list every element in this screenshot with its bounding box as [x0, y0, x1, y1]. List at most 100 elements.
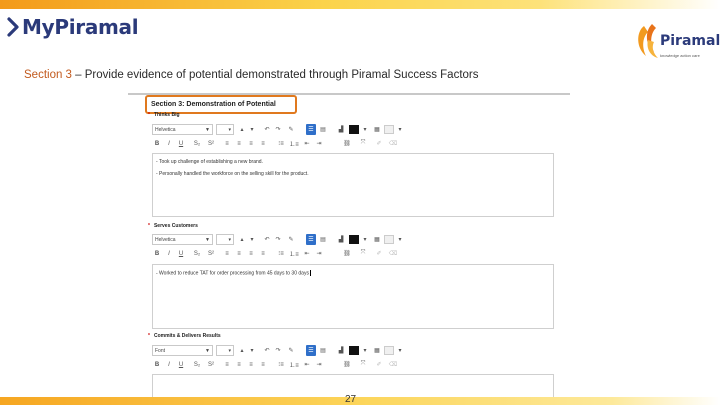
paragraph-icon[interactable]: ▤ [318, 124, 328, 135]
caret-up-icon[interactable]: ▴ [237, 234, 247, 245]
align-center-icon[interactable]: ≡ [234, 359, 244, 370]
edit-link-icon[interactable]: ✐ [374, 138, 384, 149]
link-icon[interactable]: ⛓ [342, 248, 352, 259]
subscript-icon[interactable]: S₂ [192, 359, 202, 370]
underline-icon[interactable]: U [176, 138, 186, 149]
chevron-down-icon[interactable]: ▾ [360, 234, 370, 245]
align-center-icon[interactable]: ≡ [234, 248, 244, 259]
font-family-select[interactable]: Font ▼ [152, 345, 213, 356]
font-family-select[interactable]: Helvetica ▼ [152, 234, 213, 245]
bg-color-swatch[interactable] [384, 235, 394, 244]
unlink-icon[interactable]: ⤧ [358, 359, 368, 370]
paint-format-icon[interactable]: ▟ [336, 124, 346, 135]
redo-icon[interactable]: ↷ [273, 345, 283, 356]
list-view-icon[interactable]: ☰ [306, 345, 316, 356]
superscript-icon[interactable]: S² [206, 359, 216, 370]
align-left-icon[interactable]: ≡ [222, 138, 232, 149]
italic-icon[interactable]: I [164, 138, 174, 149]
redo-icon[interactable]: ↷ [273, 124, 283, 135]
unlink-icon[interactable]: ⤧ [358, 248, 368, 259]
undo-icon[interactable]: ↶ [262, 345, 272, 356]
bg-color-swatch[interactable] [384, 346, 394, 355]
superscript-icon[interactable]: S² [206, 138, 216, 149]
rich-text-editor[interactable]: - Worked to reduce TAT for order process… [152, 264, 554, 329]
undo-icon[interactable]: ↶ [262, 124, 272, 135]
undo-icon[interactable]: ↶ [262, 234, 272, 245]
caret-up-icon[interactable]: ▴ [237, 124, 247, 135]
paint-format-icon[interactable]: ▟ [336, 234, 346, 245]
clear-format-icon[interactable]: ✎ [286, 234, 296, 245]
list-view-icon[interactable]: ☰ [306, 124, 316, 135]
font-size-select[interactable]: ▾ [216, 234, 234, 245]
caret-down-icon[interactable]: ▾ [247, 234, 257, 245]
chevron-down-icon: ▼ [205, 126, 210, 133]
align-left-icon[interactable]: ≡ [222, 248, 232, 259]
text-color-swatch[interactable] [349, 346, 359, 355]
font-family-select[interactable]: Helvetica ▼ [152, 124, 213, 135]
indent-icon[interactable]: ⇥ [314, 248, 324, 259]
paint-format-icon[interactable]: ▟ [336, 345, 346, 356]
align-justify-icon[interactable]: ≡ [258, 138, 268, 149]
paragraph-icon[interactable]: ▤ [318, 345, 328, 356]
unlink-icon[interactable]: ⤧ [358, 138, 368, 149]
bold-icon[interactable]: B [152, 138, 162, 149]
font-size-select[interactable]: ▾ [216, 124, 234, 135]
edit-link-icon[interactable]: ✐ [374, 359, 384, 370]
subscript-icon[interactable]: S₂ [192, 248, 202, 259]
outdent-icon[interactable]: ⇤ [302, 359, 312, 370]
rich-text-editor[interactable]: - Took up challenge of establishing a ne… [152, 153, 554, 217]
redo-icon[interactable]: ↷ [273, 234, 283, 245]
align-justify-icon[interactable]: ≡ [258, 359, 268, 370]
indent-icon[interactable]: ⇥ [314, 138, 324, 149]
bg-color-swatch[interactable] [384, 125, 394, 134]
italic-icon[interactable]: I [164, 248, 174, 259]
table-grid-icon[interactable]: ▦ [372, 345, 382, 356]
eraser-icon[interactable]: ⌫ [388, 359, 398, 370]
numbered-list-icon[interactable]: ⒈≡ [289, 359, 299, 370]
caret-down-icon[interactable]: ▾ [247, 345, 257, 356]
clear-format-icon[interactable]: ✎ [286, 124, 296, 135]
paragraph-icon[interactable]: ▤ [318, 234, 328, 245]
table-grid-icon[interactable]: ▦ [372, 124, 382, 135]
align-right-icon[interactable]: ≡ [246, 359, 256, 370]
caret-up-icon[interactable]: ▴ [237, 345, 247, 356]
list-view-icon[interactable]: ☰ [306, 234, 316, 245]
indent-icon[interactable]: ⇥ [314, 359, 324, 370]
table-grid-icon[interactable]: ▦ [372, 234, 382, 245]
chevron-down-icon[interactable]: ▾ [360, 124, 370, 135]
outdent-icon[interactable]: ⇤ [302, 248, 312, 259]
font-size-select[interactable]: ▾ [216, 345, 234, 356]
chevron-down-icon[interactable]: ▾ [395, 345, 405, 356]
outdent-icon[interactable]: ⇤ [302, 138, 312, 149]
link-icon[interactable]: ⛓ [342, 138, 352, 149]
chevron-down-icon[interactable]: ▾ [360, 345, 370, 356]
align-right-icon[interactable]: ≡ [246, 248, 256, 259]
subscript-icon[interactable]: S₂ [192, 138, 202, 149]
align-right-icon[interactable]: ≡ [246, 138, 256, 149]
bullet-list-icon[interactable]: ⁝≡ [276, 359, 286, 370]
clear-format-icon[interactable]: ✎ [286, 345, 296, 356]
eraser-icon[interactable]: ⌫ [388, 138, 398, 149]
bold-icon[interactable]: B [152, 359, 162, 370]
text-color-swatch[interactable] [349, 235, 359, 244]
italic-icon[interactable]: I [164, 359, 174, 370]
chevron-down-icon[interactable]: ▾ [395, 124, 405, 135]
numbered-list-icon[interactable]: ⒈≡ [289, 138, 299, 149]
chevron-down-icon[interactable]: ▾ [395, 234, 405, 245]
bullet-list-icon[interactable]: ⁝≡ [276, 138, 286, 149]
text-color-swatch[interactable] [349, 125, 359, 134]
underline-icon[interactable]: U [176, 359, 186, 370]
link-icon[interactable]: ⛓ [342, 359, 352, 370]
eraser-icon[interactable]: ⌫ [388, 248, 398, 259]
align-center-icon[interactable]: ≡ [234, 138, 244, 149]
underline-icon[interactable]: U [176, 248, 186, 259]
bold-icon[interactable]: B [152, 248, 162, 259]
caret-down-icon[interactable]: ▾ [247, 124, 257, 135]
numbered-list-icon[interactable]: ⒈≡ [289, 248, 299, 259]
editor-text-line: - Took up challenge of establishing a ne… [156, 159, 263, 165]
edit-link-icon[interactable]: ✐ [374, 248, 384, 259]
align-left-icon[interactable]: ≡ [222, 359, 232, 370]
align-justify-icon[interactable]: ≡ [258, 248, 268, 259]
superscript-icon[interactable]: S² [206, 248, 216, 259]
bullet-list-icon[interactable]: ⁝≡ [276, 248, 286, 259]
